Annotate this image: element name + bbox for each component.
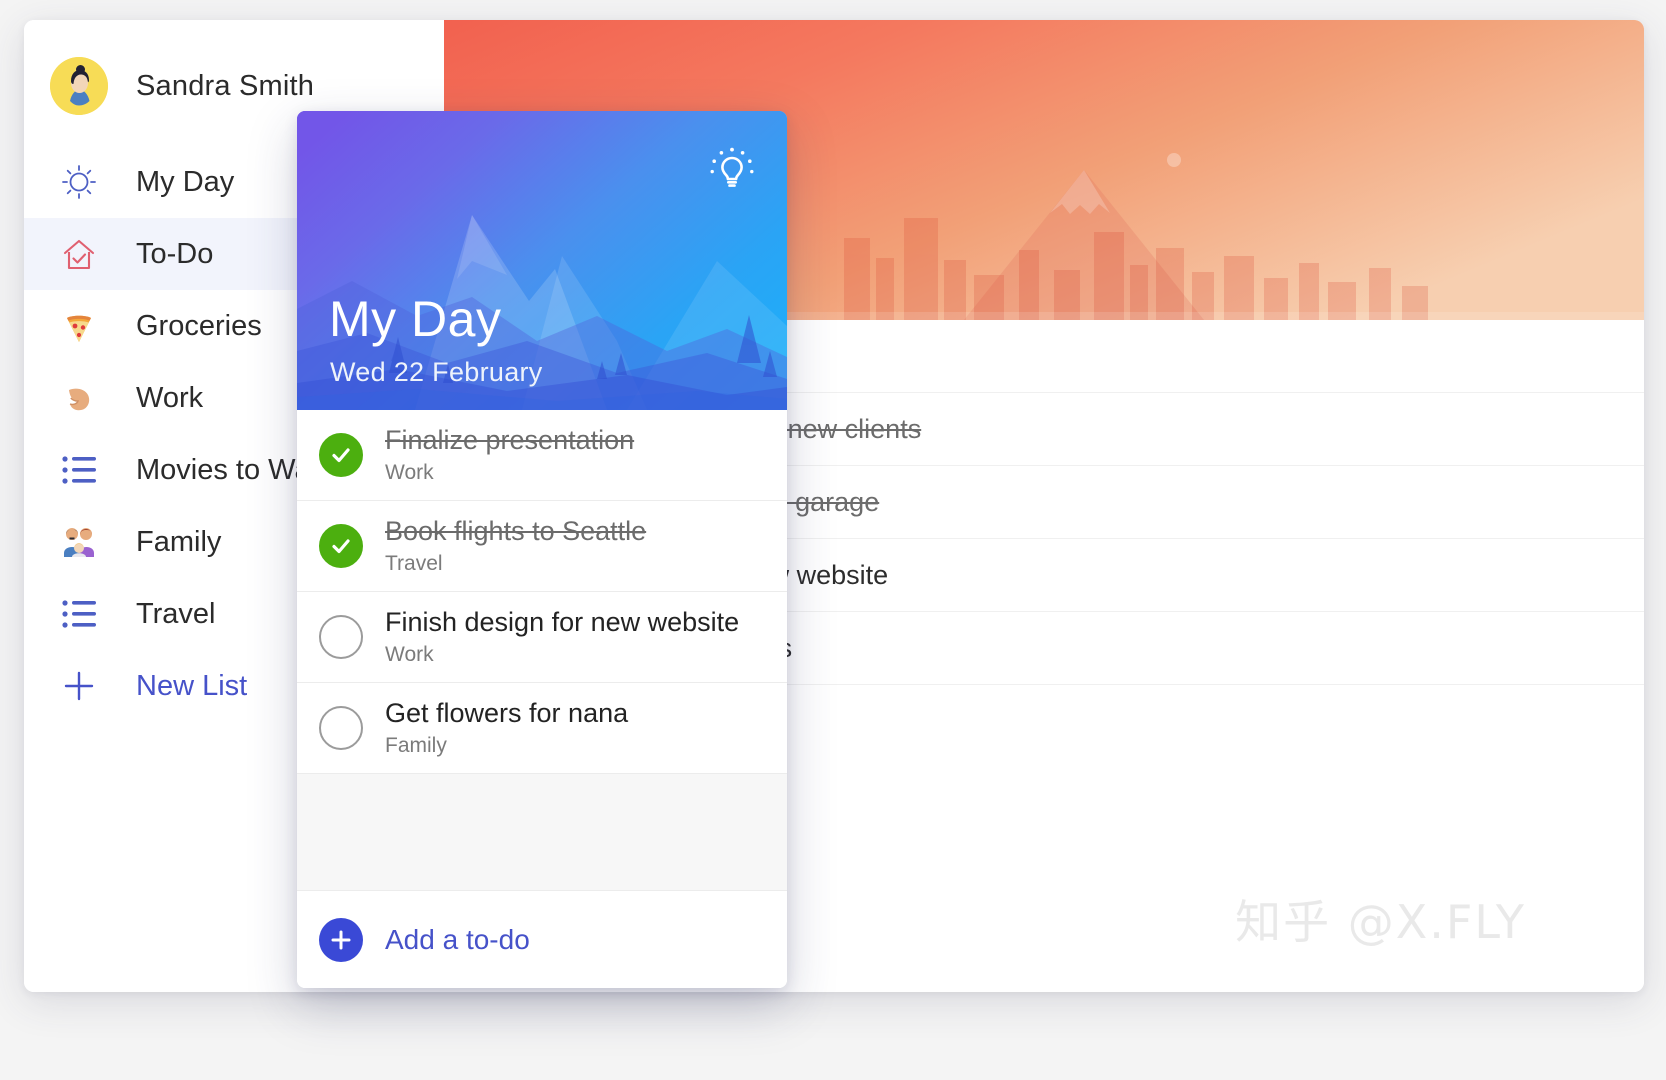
avatar <box>50 57 108 115</box>
list-icon <box>50 597 108 631</box>
card-empty-area <box>297 774 787 891</box>
watermark: 知乎 @X.FLY <box>1235 895 1526 949</box>
sidebar-item-label: Groceries <box>136 309 262 342</box>
list-icon <box>50 453 108 487</box>
house-check-icon <box>50 234 108 274</box>
pizza-icon <box>50 307 108 345</box>
my-day-card: My Day Wed 22 February Finalize presenta… <box>297 111 787 988</box>
task-text: Book flights to Seattle Travel <box>385 516 646 576</box>
list-item[interactable]: Book flights to Seattle Travel <box>297 501 787 592</box>
task-checkbox[interactable] <box>319 706 363 750</box>
plus-circle-icon <box>319 917 363 962</box>
task-list-name: Work <box>385 642 434 666</box>
card-task-list: Finalize presentation Work Book flights … <box>297 410 787 774</box>
task-text: Finalize presentation Work <box>385 425 634 485</box>
sidebar-item-label: Work <box>136 381 204 414</box>
sidebar-item-label: My Day <box>136 165 235 198</box>
task-title: Book flights to Seattle <box>385 515 647 546</box>
lightbulb-icon[interactable] <box>705 143 759 197</box>
add-todo-button[interactable]: Add a to-do <box>297 891 787 988</box>
add-todo-label: Add a to-do <box>385 923 530 955</box>
sidebar-item-label: Family <box>136 525 222 558</box>
task-checkbox[interactable] <box>319 433 363 477</box>
plus-icon <box>50 667 108 705</box>
sidebar-item-label: To-Do <box>136 237 214 270</box>
my-day-card-header: My Day Wed 22 February <box>297 111 787 410</box>
sidebar-item-label: Travel <box>136 597 216 630</box>
task-list-name: Work <box>385 460 434 484</box>
check-icon <box>332 539 350 554</box>
task-text: Get flowers for nana Family <box>385 698 628 758</box>
task-title: Finish design for new website <box>385 606 740 637</box>
list-item[interactable]: Get flowers for nana Family <box>297 683 787 774</box>
family-icon <box>50 523 108 561</box>
card-date: Wed 22 February <box>330 357 543 387</box>
task-title: Finalize presentation <box>385 424 635 455</box>
task-title: Get flowers for nana <box>385 697 629 728</box>
task-list-name: Family <box>385 733 447 757</box>
check-icon <box>332 448 350 463</box>
list-item[interactable]: Finish design for new website Work <box>297 592 787 683</box>
task-list-name: Travel <box>385 551 443 575</box>
new-list-label: New List <box>136 669 248 702</box>
app-window: Sandra Smith My Day To-Do Groceries Work… <box>24 20 1644 992</box>
task-text: Finish design for new website Work <box>385 607 739 667</box>
profile-name: Sandra Smith <box>136 69 315 102</box>
task-checkbox[interactable] <box>319 615 363 659</box>
flexed-biceps-icon <box>50 379 108 417</box>
page-title: My Day <box>329 291 502 347</box>
list-item[interactable]: Finalize presentation Work <box>297 410 787 501</box>
sun-icon <box>50 162 108 202</box>
task-checkbox[interactable] <box>319 524 363 568</box>
